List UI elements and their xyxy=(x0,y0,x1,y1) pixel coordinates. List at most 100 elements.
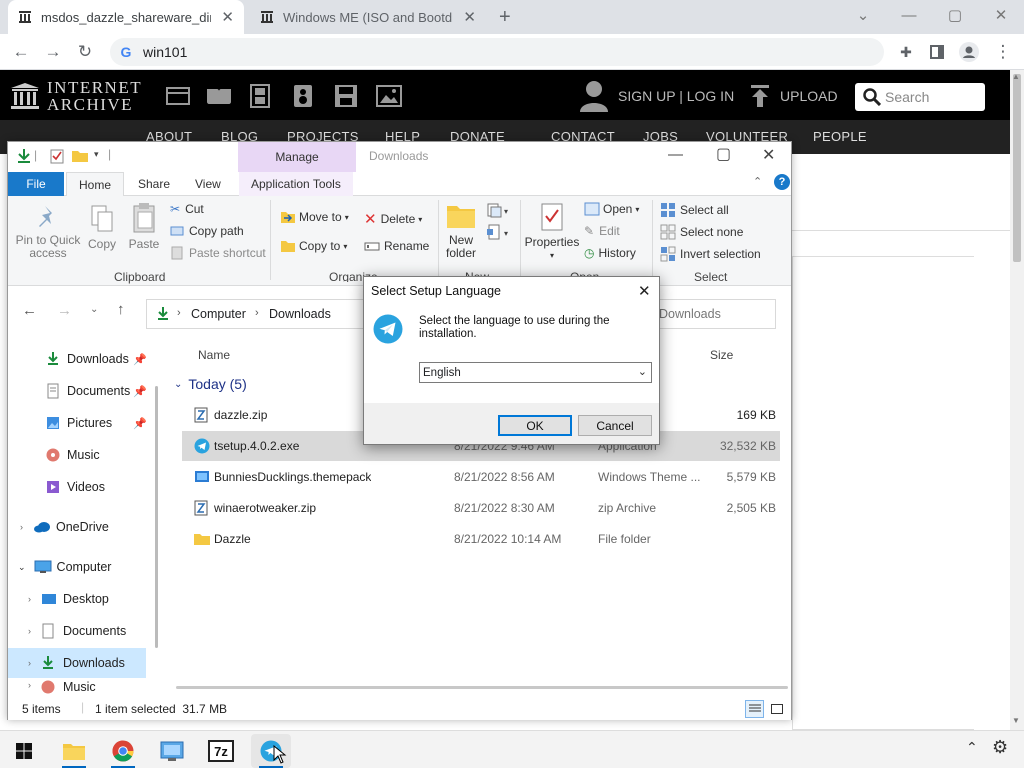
start-button[interactable] xyxy=(4,734,44,768)
select-none-button[interactable]: Select none xyxy=(660,224,743,240)
nav-quick-videos[interactable]: Videos xyxy=(8,472,160,502)
extensions-icon[interactable]: ✚ xyxy=(893,40,919,64)
move-to-button[interactable]: Move to ▾ xyxy=(280,210,349,224)
recent-locations-icon[interactable]: ⌄ xyxy=(90,304,98,315)
copy-path-button[interactable]: Copy path xyxy=(170,224,244,238)
new-folder-qat-icon[interactable] xyxy=(71,149,89,163)
ok-button[interactable]: OK xyxy=(498,415,572,436)
copy-to-button[interactable]: Copy to ▾ xyxy=(280,239,347,253)
file-explorer-taskbar-button[interactable] xyxy=(54,734,94,768)
explorer-maximize-button[interactable]: ▢ xyxy=(716,144,731,164)
7zip-taskbar-button[interactable]: 7z xyxy=(201,734,241,768)
nav-people[interactable]: PEOPLE xyxy=(813,129,867,144)
restore-button[interactable]: ▢ xyxy=(932,0,978,30)
ribbon-collapse-icon[interactable]: ⌃ xyxy=(753,175,762,188)
paste-button[interactable]: Paste xyxy=(126,202,162,251)
back-icon[interactable]: ← xyxy=(8,40,34,64)
group-header-today[interactable]: ⌄ Today (5) xyxy=(174,376,247,392)
nav-computer[interactable]: ⌄ Computer xyxy=(8,552,160,582)
tab-application-tools[interactable]: Application Tools xyxy=(239,172,353,196)
nav-quick-downloads[interactable]: Downloads 📌 xyxy=(8,344,160,374)
large-icons-view-button[interactable] xyxy=(768,700,786,718)
signup-login-link[interactable]: SIGN UP | LOG IN xyxy=(618,88,734,104)
forward-icon[interactable]: → xyxy=(40,40,66,64)
properties-qat-icon[interactable] xyxy=(50,148,64,164)
ia-search-input[interactable]: Search xyxy=(855,83,985,111)
search-downloads-input[interactable]: Downloads xyxy=(659,307,721,321)
upload-link[interactable]: UPLOAD xyxy=(780,88,838,104)
breadcrumb-computer[interactable]: Computer xyxy=(191,307,246,321)
invert-selection-button[interactable]: Invert selection xyxy=(660,246,761,262)
cancel-button[interactable]: Cancel xyxy=(578,415,652,436)
scroll-down-icon[interactable]: ▼ xyxy=(1012,716,1020,725)
tab-file[interactable]: File xyxy=(8,172,64,196)
horizontal-scrollbar[interactable] xyxy=(176,686,788,689)
minimize-button[interactable]: — xyxy=(886,0,932,30)
rename-button[interactable]: Rename xyxy=(364,239,429,253)
nav-desktop[interactable]: › Desktop xyxy=(8,584,160,614)
back-icon[interactable]: ← xyxy=(22,302,37,319)
file-row[interactable]: winaerotweaker.zip 8/21/2022 8:30 AM zip… xyxy=(182,493,780,523)
expand-icon[interactable]: › xyxy=(28,594,31,604)
history-button[interactable]: ◷ History xyxy=(584,246,636,260)
open-button[interactable]: Open ▾ xyxy=(584,202,639,216)
expand-icon[interactable]: › xyxy=(28,658,31,668)
software-icon[interactable] xyxy=(334,84,358,108)
nav-documents[interactable]: › Documents xyxy=(8,616,160,646)
chrome-taskbar-button[interactable] xyxy=(103,734,143,768)
menu-icon[interactable]: ⋮ xyxy=(990,40,1016,64)
nav-downloads[interactable]: › Downloads xyxy=(8,648,146,678)
new-item-icon[interactable]: ▾ xyxy=(486,202,512,220)
explorer-minimize-button[interactable]: — xyxy=(668,146,683,163)
tab-close-icon[interactable]: ✕ xyxy=(463,8,476,26)
cut-button[interactable]: ✂ Cut xyxy=(170,202,204,216)
upload-icon[interactable] xyxy=(750,84,770,108)
tab-view[interactable]: View xyxy=(183,172,233,196)
explorer-close-button[interactable]: ✕ xyxy=(762,145,775,165)
pin-quick-access-button[interactable]: Pin to Quick access xyxy=(12,204,84,260)
expand-icon[interactable]: › xyxy=(28,626,31,636)
nav-quick-documents[interactable]: Documents 📌 xyxy=(8,376,160,406)
page-scrollbar-thumb[interactable] xyxy=(1013,74,1021,262)
collapse-icon[interactable]: ⌄ xyxy=(174,379,182,390)
select-all-button[interactable]: Select all xyxy=(660,202,729,218)
nav-onedrive[interactable]: › OneDrive xyxy=(8,512,160,542)
audio-icon[interactable] xyxy=(292,84,314,108)
scroll-up-icon[interactable]: ▲ xyxy=(1012,72,1020,81)
show-hidden-icons-icon[interactable]: ⌃ xyxy=(966,739,978,756)
user-icon[interactable] xyxy=(580,80,608,112)
nav-quick-music[interactable]: Music xyxy=(8,440,160,470)
close-window-button[interactable]: ✕ xyxy=(978,0,1024,30)
tab-windows-me[interactable]: Windows ME (ISO and Bootdisk) ✕ xyxy=(250,0,486,34)
language-select[interactable]: English ⌄ xyxy=(419,362,652,383)
web-icon[interactable] xyxy=(166,86,190,106)
control-panel-taskbar-button[interactable] xyxy=(152,734,192,768)
settings-gear-icon[interactable]: ⚙ xyxy=(992,737,1008,758)
copy-button[interactable]: Copy xyxy=(86,204,118,251)
file-row[interactable]: BunniesDucklings.themepack 8/21/2022 8:5… xyxy=(182,462,780,492)
profile-icon[interactable] xyxy=(956,40,982,64)
properties-button[interactable]: Properties ▾ xyxy=(524,202,580,262)
side-panel-icon[interactable] xyxy=(924,40,950,64)
up-icon[interactable]: ↑ xyxy=(117,301,125,318)
dialog-close-button[interactable]: ✕ xyxy=(638,282,651,300)
nav-quick-pictures[interactable]: Pictures 📌 xyxy=(8,408,160,438)
help-icon[interactable]: ? xyxy=(774,174,790,190)
tab-close-icon[interactable]: ✕ xyxy=(221,8,234,26)
column-size[interactable]: Size xyxy=(710,348,733,362)
new-folder-button[interactable]: New folder xyxy=(444,202,478,260)
file-row[interactable]: Dazzle 8/21/2022 10:14 AM File folder xyxy=(182,524,780,554)
expand-icon[interactable]: › xyxy=(28,680,31,690)
tab-msdos-dazzle[interactable]: msdos_dazzle_shareware_directo ✕ xyxy=(8,0,244,34)
breadcrumb-downloads[interactable]: Downloads xyxy=(269,307,331,321)
details-view-button[interactable] xyxy=(745,700,764,718)
forward-icon[interactable]: → xyxy=(57,302,72,319)
collapse-icon[interactable]: ⌄ xyxy=(18,562,26,573)
column-name[interactable]: Name xyxy=(198,348,230,362)
tab-home[interactable]: Home xyxy=(66,172,125,196)
new-tab-button[interactable]: + xyxy=(499,6,511,29)
manage-context-tab[interactable]: Manage xyxy=(238,142,356,172)
texts-icon[interactable] xyxy=(206,86,232,106)
paste-shortcut-button[interactable]: Paste shortcut xyxy=(170,246,266,260)
video-icon[interactable] xyxy=(249,84,271,108)
